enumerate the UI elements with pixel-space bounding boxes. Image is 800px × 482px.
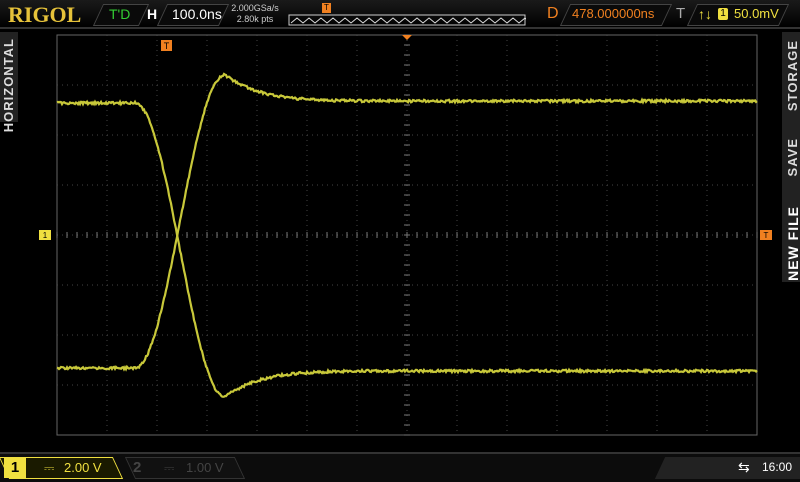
top-bar: RIGOL T'D H 100.0ns 2.000GSa/s 2.80k pts… — [0, 0, 800, 29]
trigger-level-label: T — [764, 231, 769, 240]
ch1-waveform-falling — [57, 102, 757, 397]
delay: 478.000000ns — [572, 6, 654, 22]
ch1-scale: 2.00 V — [64, 460, 102, 475]
h-label: H — [147, 6, 157, 22]
trigger-source: 1 — [718, 8, 728, 20]
sample-rate: 2.000GSa/s — [230, 3, 280, 14]
ch2-coupling-icon: ⎓ — [164, 460, 174, 476]
timebase: 100.0ns — [172, 6, 222, 22]
trigger-level: 50.0mV — [734, 6, 779, 22]
ch1-offset-label: 1 — [43, 231, 48, 240]
ch1-number: 1 — [4, 458, 26, 478]
trigger-slope-icon: ↑↓ — [698, 6, 712, 22]
ch2-number: 2 — [133, 459, 141, 476]
mode-label: T'D — [109, 6, 130, 22]
trigger-position-marker: T — [322, 3, 331, 13]
t-label: T — [676, 6, 685, 22]
ch2-box[interactable] — [125, 457, 245, 479]
clock-time: 16:00 — [762, 460, 792, 474]
memory-depth: 2.80k pts — [230, 14, 280, 25]
memory-overview[interactable] — [288, 14, 526, 26]
ch1-coupling-icon: ⎓ — [44, 460, 54, 476]
ch2-scale: 1.00 V — [186, 460, 224, 475]
rigol-logo: RIGOL — [8, 2, 81, 28]
usb-icon: ⇆ — [738, 459, 750, 476]
waveform-display[interactable]: T 1 T — [0, 30, 800, 450]
status-bar: 1 ⎓ 2.00 V 2 ⎓ 1.00 V ⇆ 16:00 — [0, 452, 800, 482]
trigger-time-marker-label: T — [164, 41, 170, 51]
d-label: D — [547, 6, 559, 22]
trigger-center-marker — [402, 35, 412, 40]
